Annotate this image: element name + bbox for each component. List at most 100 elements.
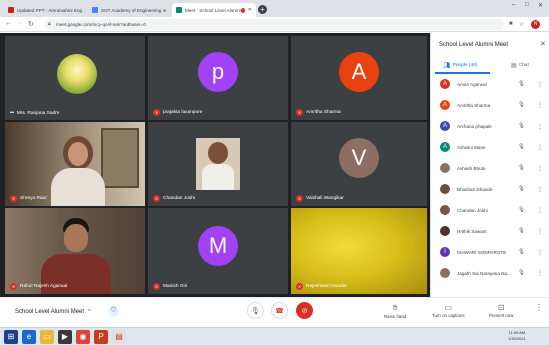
avatar: A	[440, 79, 450, 89]
browser-tab-ppt[interactable]: Updated PPT - Amrutvahini Eng ✕	[4, 3, 86, 17]
more-options-icon[interactable]: ⋮	[537, 102, 543, 109]
windows-start-icon[interactable]: ⊞	[4, 330, 18, 344]
participant-name: ✕ Rahul Rajesh Agarwal	[10, 283, 68, 290]
close-icon[interactable]: ✕	[82, 7, 86, 13]
participant-video-tile[interactable]: ✕ Chandan Joshi	[148, 122, 288, 206]
browser-tab-strip: Updated PPT - Amrutvahini Eng ✕ SGT Acad…	[0, 0, 549, 17]
list-item[interactable]: Bhushan Dhande 🎙︎ ⋮	[431, 180, 549, 198]
participant-name: ✕ Chandan Joshi	[153, 195, 196, 202]
participant-tile[interactable]: p ✕ prajakta laxanpure	[148, 36, 288, 120]
captions-button[interactable]: ▭ Turn on captions	[432, 303, 465, 318]
raise-hand-button[interactable]: ✋︎ Raise hand	[384, 303, 406, 319]
captions-icon: ▭	[444, 303, 453, 312]
more-options-icon[interactable]: ⋮	[537, 123, 543, 130]
maximize-icon[interactable]: □	[525, 2, 529, 8]
url-input[interactable]: 🔒︎ meet.google.com/mcy-qcef-nek?authuser…	[44, 19, 504, 30]
people-panel: School Level Alumni Meet ✕ 👥︎ People (48…	[430, 33, 549, 297]
list-item[interactable]: Chandan Joshi 🎙︎ ⋮	[431, 201, 549, 219]
powerpoint-icon[interactable]: P	[94, 330, 108, 344]
avatar: A	[440, 100, 450, 110]
new-tab-button[interactable]: +	[258, 5, 267, 14]
reload-icon[interactable]: ↻	[28, 20, 34, 28]
close-icon[interactable]: ✕	[245, 7, 252, 13]
leave-call-button[interactable]: ☎	[271, 302, 288, 319]
mic-off-icon: ✕	[153, 109, 160, 116]
participant-video-tile[interactable]: ✕ Rahul Rajesh Agarwal	[5, 208, 145, 294]
meeting-controls-bar: School Level Alumni Meet ^ ⛉ 🎙︎ ☎ ⊘ ✋︎ R…	[0, 297, 549, 327]
avatar: M	[198, 226, 238, 266]
mic-off-icon: ✕	[10, 195, 17, 202]
present-now-button[interactable]: ⊡ Present now	[489, 303, 513, 318]
bookshelf-image	[101, 128, 139, 188]
avatar: A	[339, 52, 379, 92]
mic-off-icon: 🎙︎	[518, 165, 525, 171]
more-options-icon[interactable]: ⋮	[537, 249, 543, 256]
list-item[interactable]: A Archana phapale 🎙︎ ⋮	[431, 117, 549, 135]
media-player-icon[interactable]: ▶	[58, 330, 72, 344]
system-clock[interactable]: 11:09 AM 1/30/2021	[508, 330, 526, 342]
avatar: I	[440, 247, 450, 257]
participant-video-tile[interactable]: ✕ Shreya Raut	[5, 122, 145, 206]
bookmark-star-icon[interactable]: ☆	[519, 21, 524, 28]
file-explorer-icon[interactable]: ▭	[40, 330, 54, 344]
tab-people[interactable]: 👥︎ People (48)	[443, 62, 477, 69]
avatar	[440, 205, 450, 215]
list-item[interactable]: A Amritha Sharma 🎙︎ ⋮	[431, 96, 549, 114]
participant-tile[interactable]: A ✕ Amritha Sharma	[291, 36, 427, 120]
minimize-icon[interactable]: –	[512, 2, 515, 8]
hand-icon: ✋︎	[392, 303, 398, 312]
internet-explorer-icon[interactable]: e	[22, 330, 36, 344]
more-options-icon[interactable]: ⋮	[537, 270, 543, 277]
list-item[interactable]: A Aman Agarwal 🎙︎ ⋮	[431, 75, 549, 93]
meeting-details-button[interactable]: School Level Alumni Meet ^	[15, 309, 91, 315]
participant-tile[interactable]: V ✕ Vaishali Wangikar	[291, 122, 427, 206]
person-name: Jagath Sai Narayana Na...	[457, 270, 511, 276]
person-name: Avhash Bhute	[457, 165, 486, 171]
more-options-button[interactable]: ⋮	[535, 303, 543, 313]
close-icon[interactable]: ✕	[540, 40, 546, 48]
browser-tab-sgt[interactable]: SGT Academy of Engineering in ✕	[88, 3, 170, 17]
camera-indicator-icon[interactable]: ■	[509, 21, 513, 27]
people-icon: 👥︎	[443, 63, 451, 69]
more-options-icon[interactable]: ⋮	[537, 81, 543, 88]
participant-tile[interactable]: ••• Mrs. Ranjana Sadre	[5, 36, 145, 120]
list-item[interactable]: A Ashwini Mane 🎙︎ ⋮	[431, 138, 549, 156]
camera-button[interactable]: ⊘	[296, 302, 313, 319]
tab-chat[interactable]: ▤ Chat	[511, 62, 529, 69]
forward-icon[interactable]: →	[16, 20, 23, 27]
more-options-icon[interactable]: ⋮	[537, 207, 543, 214]
participant-tile[interactable]: M ✕ Manish Giri	[148, 208, 288, 294]
more-options-icon[interactable]: ⋮	[537, 228, 543, 235]
video-grid: ••• Mrs. Ranjana Sadre p ✕ prajakta laxa…	[0, 33, 430, 297]
profile-avatar[interactable]: N	[531, 20, 540, 29]
list-item[interactable]: I ISHWARI SONPAROTE 🎙︎ ⋮	[431, 243, 549, 261]
more-options-icon[interactable]: ⋮	[537, 165, 543, 172]
list-item[interactable]: Hrithik Sawant 🎙︎ ⋮	[431, 222, 549, 240]
close-icon[interactable]: ✕	[166, 7, 170, 13]
chrome-icon[interactable]: ◉	[76, 330, 90, 344]
participant-video-tile[interactable]: ✕ Rajeshwari Goudar	[291, 208, 427, 294]
person-name: Ashwini Mane	[457, 144, 486, 150]
person-name: Amritha Sharma	[457, 102, 491, 108]
participant-name: ✕ Rajeshwari Goudar	[296, 283, 348, 290]
pdf-icon[interactable]: ▤	[112, 330, 126, 344]
list-item[interactable]: Avhash Bhute 🎙︎ ⋮	[431, 159, 549, 177]
more-icon[interactable]: •••	[10, 110, 14, 116]
more-options-icon[interactable]: ⋮	[537, 186, 543, 193]
browser-tab-meet[interactable]: Meet - School Level Alumni ✕	[172, 3, 256, 17]
avatar	[440, 226, 450, 236]
avatar: A	[440, 121, 450, 131]
participant-name: ✕ Amritha Sharma	[296, 109, 341, 116]
mic-button[interactable]: 🎙︎	[247, 302, 264, 319]
url-text: meet.google.com/mcy-qcef-nek?authuser=0	[56, 22, 146, 27]
back-icon[interactable]: ←	[5, 20, 12, 27]
avatar: p	[198, 52, 238, 92]
window-close-icon[interactable]: ✕	[538, 2, 543, 9]
participant-name: ✕ prajakta laxanpure	[153, 109, 203, 116]
mic-off-icon: ✕	[296, 109, 303, 116]
shield-icon[interactable]: ⛉	[108, 306, 119, 317]
mic-off-icon: ✕	[296, 283, 303, 290]
more-options-icon[interactable]: ⋮	[537, 144, 543, 151]
chat-icon: ▤	[511, 63, 517, 69]
list-item[interactable]: Jagath Sai Narayana Na... 🎙︎ ⋮	[431, 264, 549, 282]
